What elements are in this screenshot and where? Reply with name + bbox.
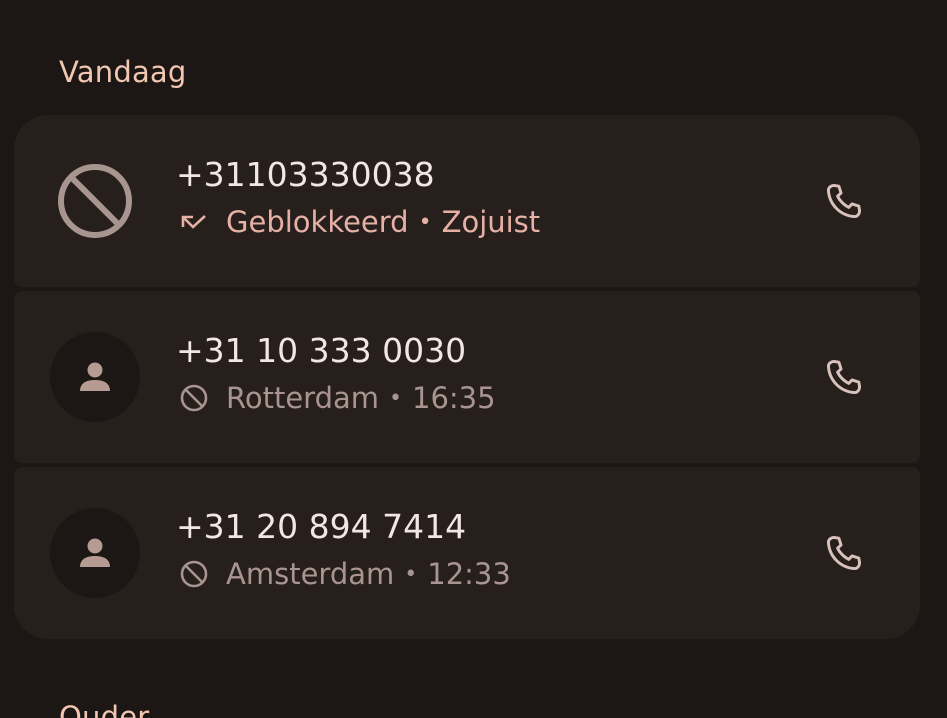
call-log-item[interactable]: +31 20 894 7414 Amsterdam • 12:33 [14, 467, 920, 639]
call-details: Rotterdam • 16:35 [178, 381, 496, 415]
call-details: Amsterdam • 12:33 [178, 557, 511, 591]
call-log-item[interactable]: +31103330038 Geblokkeerd • Zojuist [14, 115, 920, 287]
contact-avatar [50, 332, 140, 422]
phone-icon [826, 359, 862, 395]
phone-number: +31103330038 [176, 155, 435, 194]
phone-number: +31 10 333 0030 [176, 331, 467, 370]
call-back-button[interactable] [812, 521, 876, 585]
call-time: Zojuist [441, 205, 541, 239]
call-location: Rotterdam [226, 381, 380, 415]
block-icon [58, 164, 132, 238]
call-time: 16:35 [412, 381, 496, 415]
separator-dot: • [418, 209, 432, 235]
blocked-avatar [50, 156, 140, 246]
phone-icon [826, 535, 862, 571]
missed-call-icon [178, 206, 210, 238]
call-back-button[interactable] [812, 169, 876, 233]
block-icon [178, 558, 210, 590]
separator-dot: • [404, 561, 418, 587]
person-icon [80, 362, 110, 391]
call-location: Amsterdam [226, 557, 395, 591]
section-header-older: Ouder [59, 700, 150, 718]
person-icon [80, 538, 110, 567]
section-header-today: Vandaag [59, 55, 187, 89]
call-back-button[interactable] [812, 345, 876, 409]
call-details: Geblokkeerd • Zojuist [178, 205, 540, 239]
call-log-item[interactable]: +31 10 333 0030 Rotterdam • 16:35 [14, 291, 920, 463]
call-time: 12:33 [427, 557, 511, 591]
call-list: +31103330038 Geblokkeerd • Zojuist +31 1… [14, 115, 920, 639]
phone-icon [826, 183, 862, 219]
contact-avatar [50, 508, 140, 598]
call-status: Geblokkeerd [226, 205, 409, 239]
separator-dot: • [389, 385, 402, 411]
call-history-page: Vandaag +31103330038 Geblokkeerd • Zojui… [0, 0, 947, 718]
phone-number: +31 20 894 7414 [176, 507, 467, 546]
block-icon [178, 382, 210, 414]
